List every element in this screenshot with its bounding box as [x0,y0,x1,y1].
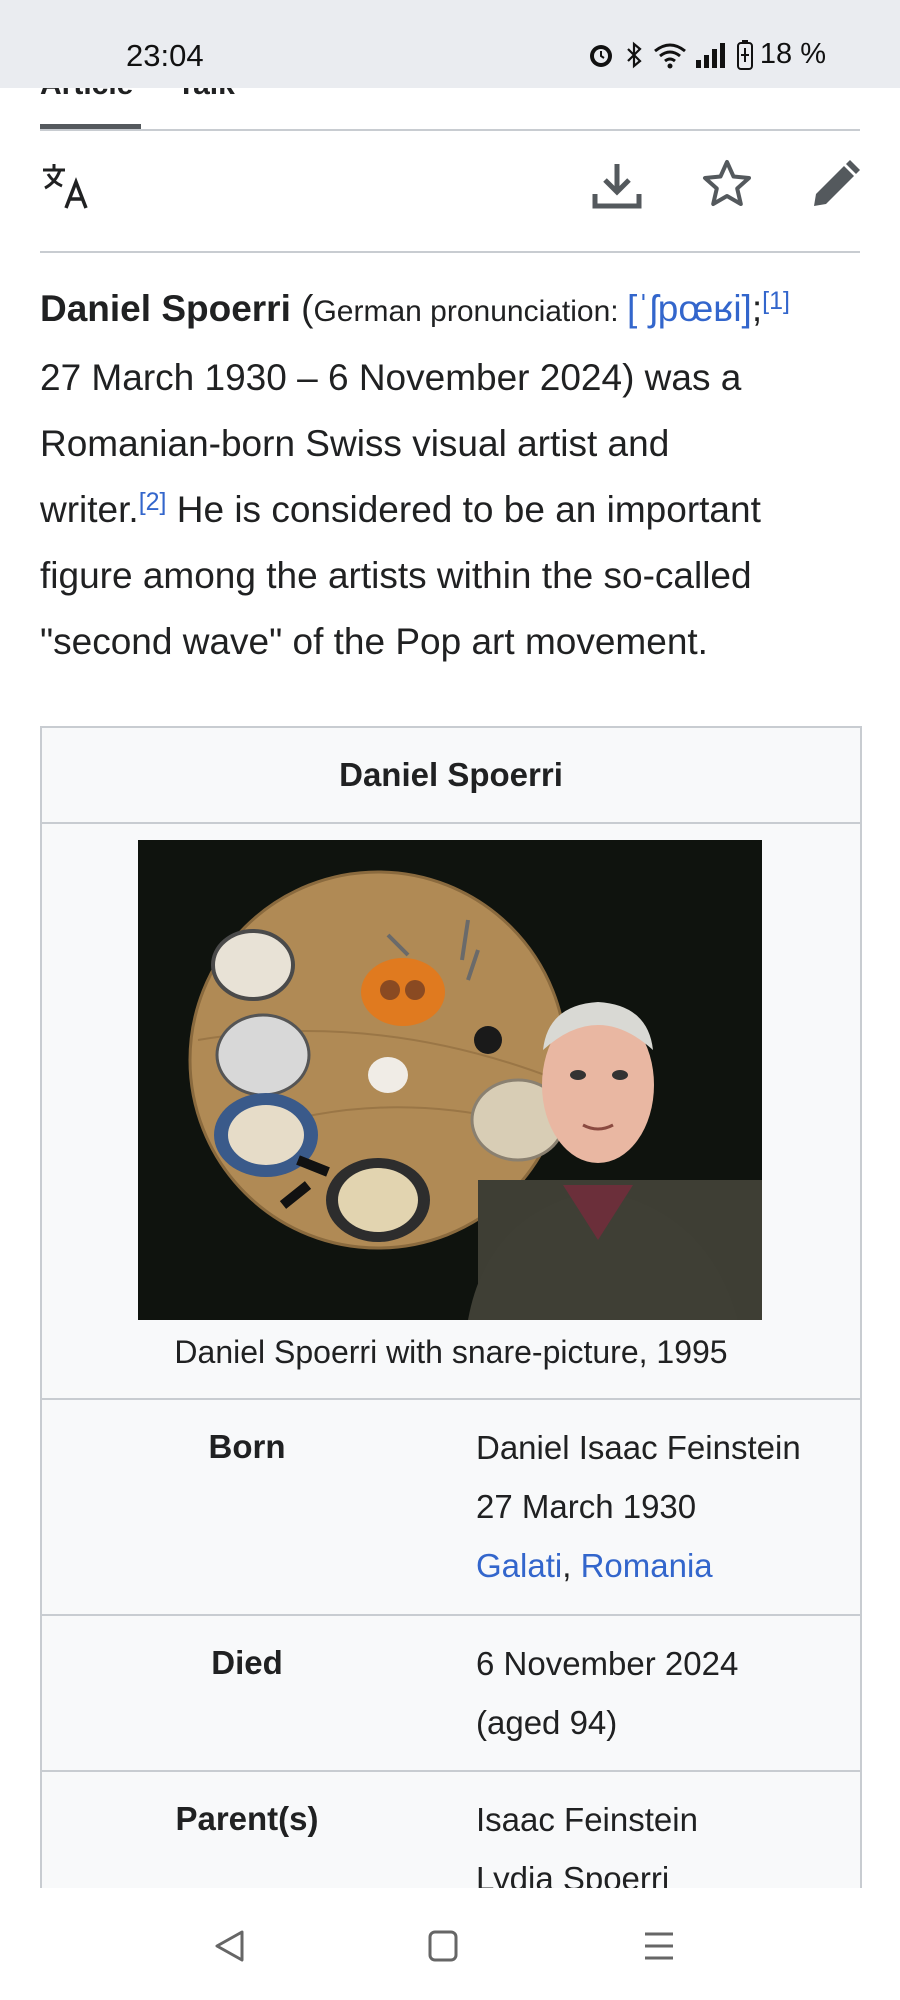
infobox-row-died: Died 6 November 2024 (aged 94) [42,1616,860,1772]
alarm-icon [589,44,612,67]
born-date: 27 March 1930 [476,1488,697,1525]
bluetooth-icon [627,41,642,68]
lead-line: Romanian-born Swiss visual artist and [40,423,670,464]
download-icon[interactable] [590,158,644,217]
lead-line: figure among the artists within the so-c… [40,555,752,596]
recents-icon[interactable] [642,1928,676,1969]
home-icon[interactable] [427,1928,459,1969]
parent-1: Isaac Feinstein [476,1801,698,1838]
pron-open: ( [290,288,314,329]
lead-line: 27 March 1930 – 6 November 2024) was a [40,357,742,398]
born-label: Born [208,1428,286,1465]
lead-line: He is considered to be an important [166,489,761,530]
lead-line: writer. [40,489,139,530]
edit-pencil-icon[interactable] [808,158,862,217]
born-country-link[interactable]: Romania [581,1547,713,1584]
divider [40,251,860,253]
star-icon[interactable] [700,158,754,217]
born-name: Daniel Isaac Feinstein [476,1429,801,1466]
died-value: 6 November 2024 (aged 94) [476,1634,738,1752]
infobox-row-born: Born Daniel Isaac Feinstein 27 March 193… [42,1400,860,1616]
system-nav-bar [0,1888,900,2000]
infobox-caption: Daniel Spoerri with snare-picture, 1995 [174,1334,728,1370]
battery-level: 18 % [759,38,826,70]
infobox-title: Daniel Spoerri [42,728,860,824]
status-bar: 23:04 18 % [0,0,900,88]
pronunciation-label: German pronunciation: [313,295,627,328]
infobox: Daniel Spoerri Daniel Spoerri with snare… [40,726,862,1934]
infobox-photo[interactable] [138,840,762,1320]
status-time: 23:04 [126,38,204,73]
lead-paragraph: Daniel Spoerri (German pronunciation: [ˈ… [40,276,860,675]
died-date: 6 November 2024 [476,1645,739,1682]
translate-icon[interactable] [40,158,94,217]
battery-icon [736,39,753,70]
born-city-link[interactable]: Galati [476,1547,562,1584]
back-icon[interactable] [212,1928,246,1969]
page-actions-toolbar [40,158,860,226]
died-label: Died [211,1644,283,1681]
article-subject: Daniel Spoerri [40,288,291,329]
infobox-image-cell: Daniel Spoerri with snare-picture, 1995 [42,824,860,1400]
divider [40,129,860,131]
born-value: Daniel Isaac Feinstein 27 March 1930 Gal… [476,1418,801,1595]
reference-2[interactable]: [2] [139,488,167,516]
signal-icon [695,42,725,68]
ipa-link[interactable]: [ˈʃpœʁi] [627,288,752,329]
wifi-icon [653,43,686,68]
lead-line: "second wave" of the Pop art movement. [40,621,708,662]
parents-label: Parent(s) [175,1800,319,1837]
status-icons: 18 % [586,38,826,71]
died-age: (aged 94) [476,1704,618,1741]
reference-1[interactable]: [1] [762,287,790,315]
born-separator: , [562,1547,581,1584]
